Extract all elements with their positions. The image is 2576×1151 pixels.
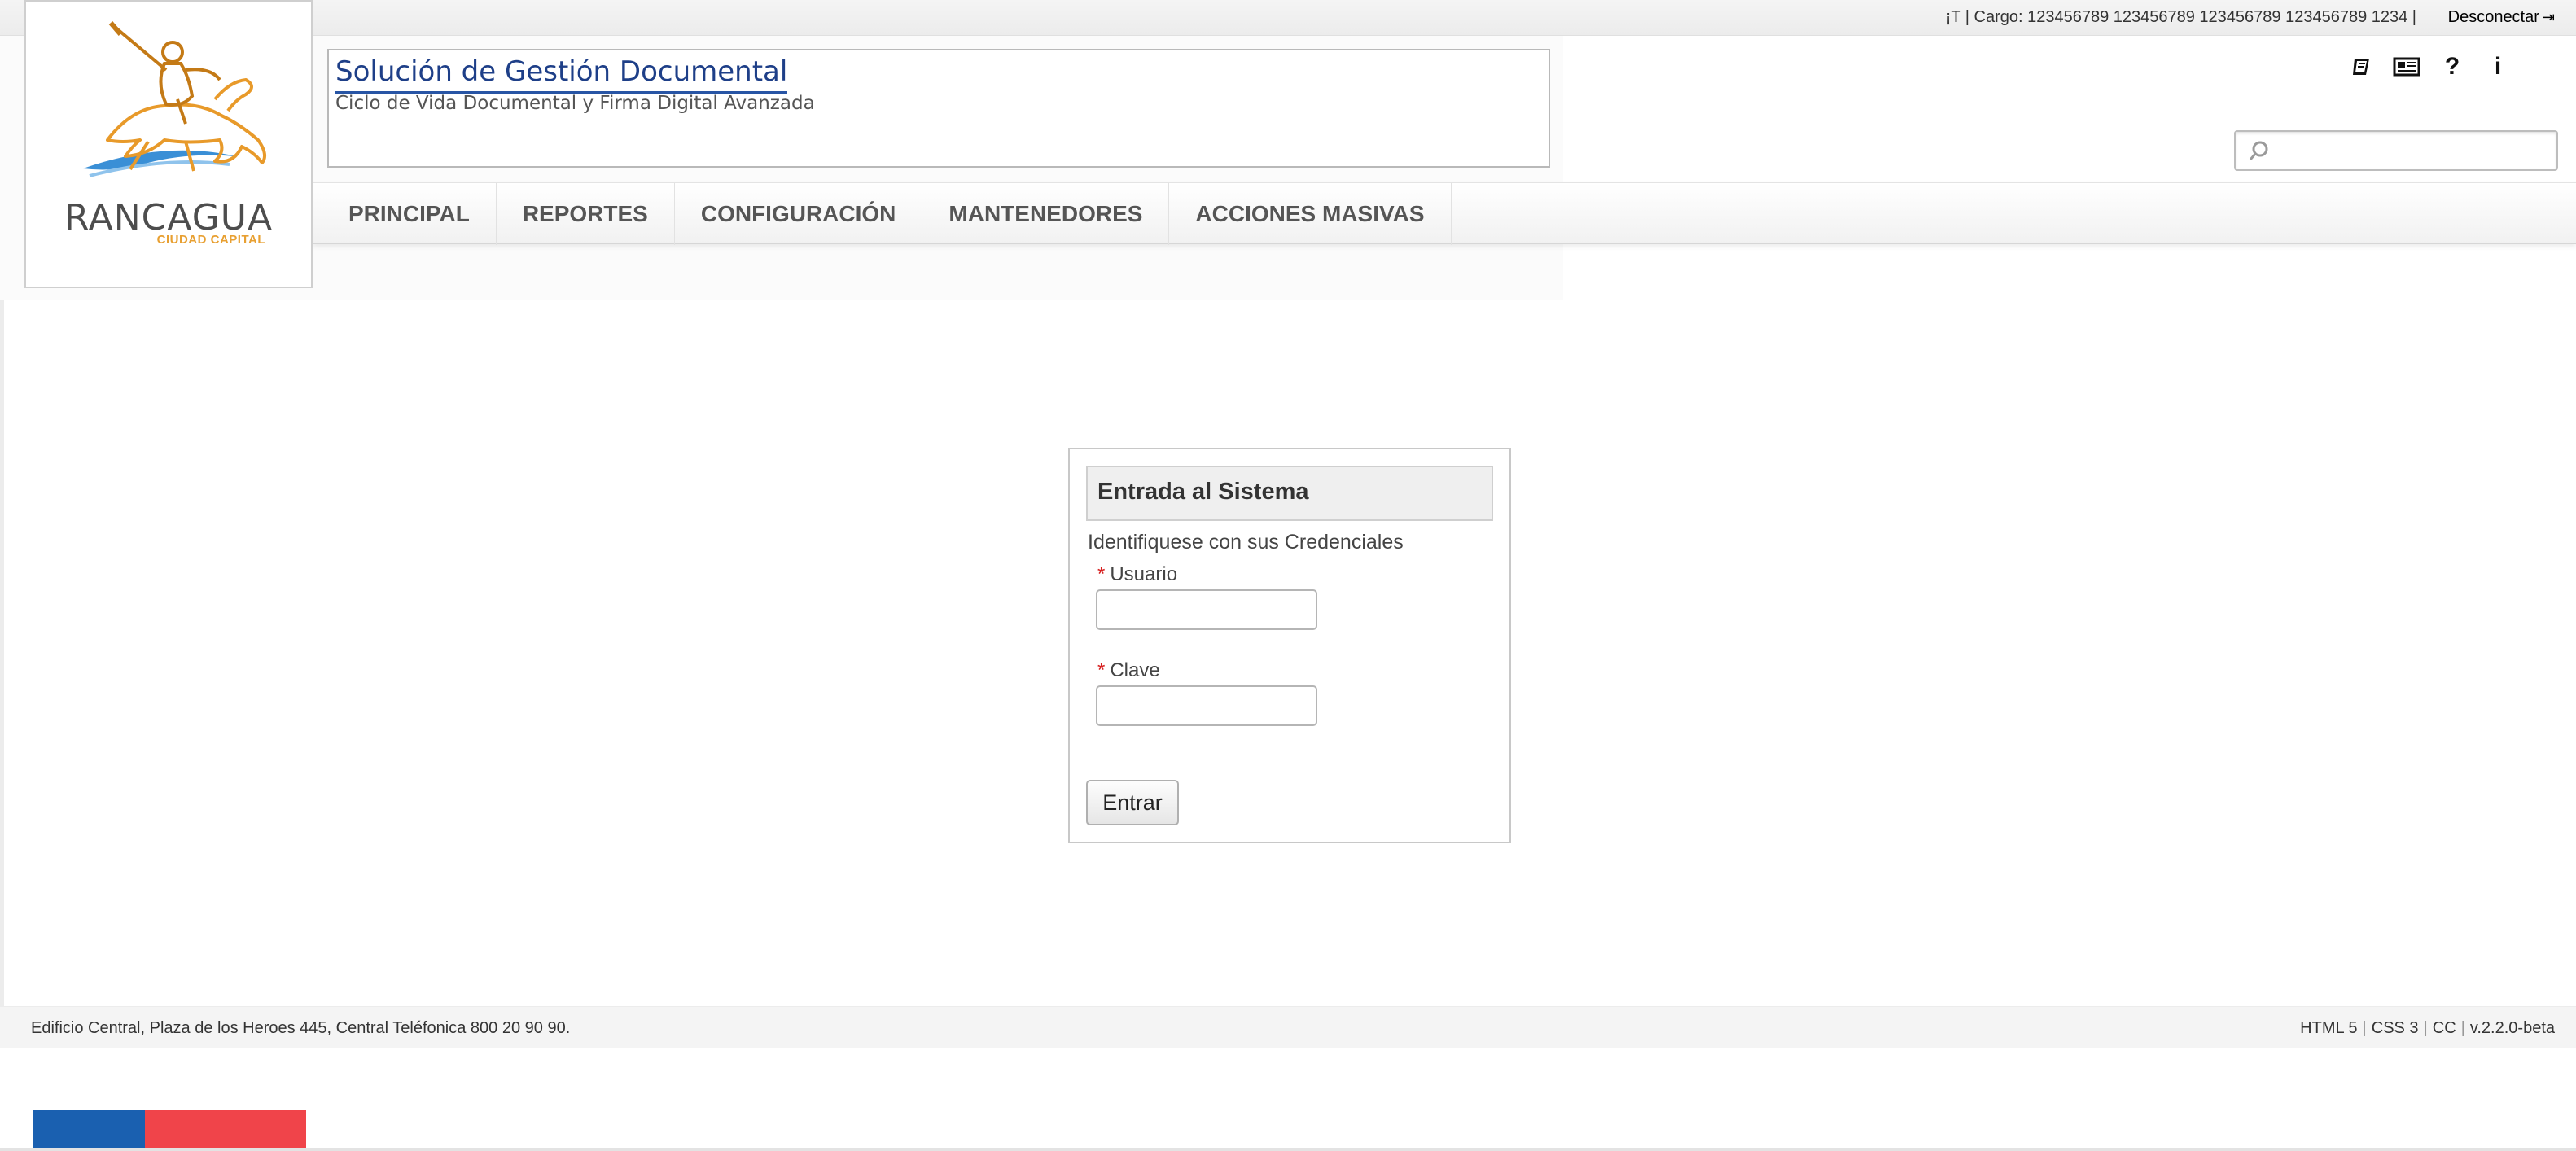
- nav-item-principal[interactable]: PRINCIPAL: [322, 183, 497, 245]
- header-tools: ? i: [2346, 52, 2512, 81]
- book-icon[interactable]: [2346, 52, 2376, 81]
- nav-item-reportes[interactable]: REPORTES: [497, 183, 675, 245]
- news-icon[interactable]: [2392, 52, 2421, 81]
- nav-item-configuracion[interactable]: CONFIGURACIÓN: [675, 183, 923, 245]
- login-panel: Entrada al Sistema Identifiquese con sus…: [1068, 448, 1511, 843]
- required-marker: *: [1097, 563, 1106, 585]
- search-icon: [2249, 141, 2268, 160]
- username-label-text: Usuario: [1110, 563, 1178, 585]
- info-icon[interactable]: i: [2483, 52, 2512, 81]
- username-field[interactable]: [1096, 589, 1317, 630]
- required-marker: *: [1097, 659, 1106, 681]
- nav-item-acciones-masivas[interactable]: ACCIONES MASIVAS: [1169, 183, 1452, 245]
- bottom-divider: [0, 1148, 2576, 1151]
- rancagua-logo[interactable]: RANCAGUA CIUDAD CAPITAL: [24, 0, 313, 288]
- footer: Edificio Central, Plaza de los Heroes 44…: [0, 1006, 2576, 1048]
- login-header: Entrada al Sistema: [1086, 466, 1493, 521]
- login-title: Entrada al Sistema: [1097, 479, 1309, 505]
- logout-link[interactable]: Desconectar ⇥: [2448, 8, 2555, 27]
- footer-meta: HTML 5 | CSS 3 | CC | v.2.2.0-beta: [2300, 1019, 2555, 1037]
- password-label-text: Clave: [1110, 659, 1160, 681]
- help-icon[interactable]: ?: [2438, 52, 2467, 81]
- logout-label: Desconectar: [2447, 8, 2539, 26]
- logo-city-subtitle: CIUDAD CAPITAL: [156, 233, 265, 247]
- flag-stripe-red: [145, 1110, 306, 1151]
- nav-item-mantenedores[interactable]: MANTENEDORES: [922, 183, 1170, 245]
- flag-stripe-blue: [33, 1110, 145, 1151]
- footer-app-version: v.2.2.0-beta: [2469, 1019, 2555, 1037]
- password-label: * Clave: [1097, 659, 1160, 682]
- app-title-banner: Solución de Gestión Documental Ciclo de …: [327, 49, 1550, 168]
- main-nav: PRINCIPAL REPORTES CONFIGURACIÓN MANTENE…: [313, 182, 2576, 245]
- footer-html-version: HTML 5: [2300, 1019, 2358, 1037]
- login-submit-button[interactable]: Entrar: [1086, 780, 1179, 825]
- footer-address: Edificio Central, Plaza de los Heroes 44…: [31, 1019, 571, 1037]
- login-intro: Identifiquese con sus Credenciales: [1088, 531, 1404, 554]
- user-cargo-text: ¡T | Cargo: 123456789 123456789 12345678…: [1945, 8, 2416, 26]
- horseman-emblem-icon: [83, 21, 267, 177]
- footer-cc: CC: [2432, 1019, 2456, 1037]
- username-label: * Usuario: [1097, 563, 1177, 586]
- app-title: Solución de Gestión Documental: [335, 55, 788, 94]
- footer-css-version: CSS 3: [2371, 1019, 2419, 1037]
- app-subtitle: Ciclo de Vida Documental y Firma Digital…: [335, 93, 815, 114]
- password-field[interactable]: [1096, 685, 1317, 726]
- logout-icon: ⇥: [2542, 9, 2555, 25]
- search-box[interactable]: [2234, 130, 2558, 171]
- top-user-bar: ¡T | Cargo: 123456789 123456789 12345678…: [0, 0, 2576, 36]
- search-input[interactable]: [2276, 137, 2545, 164]
